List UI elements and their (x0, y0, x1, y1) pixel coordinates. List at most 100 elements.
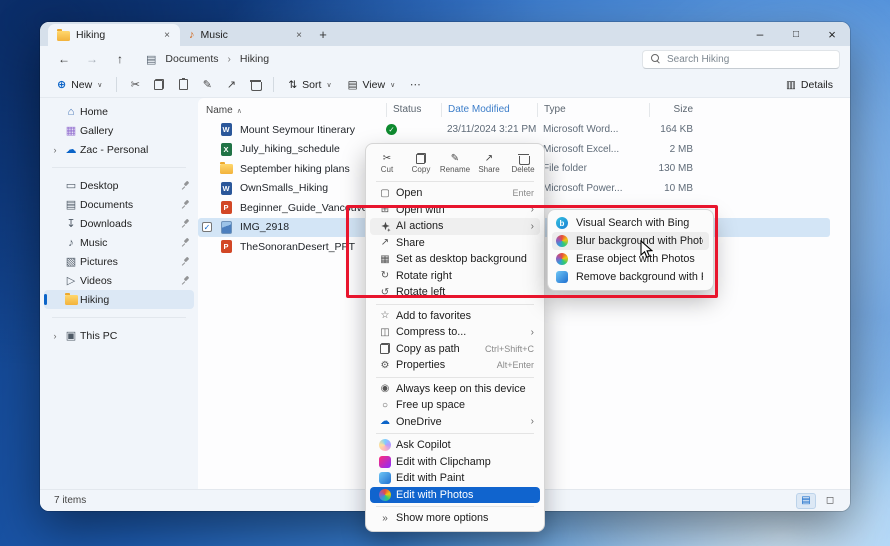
sidebar-item-downloads[interactable]: Downloads (44, 214, 194, 233)
menu-divider (376, 506, 534, 507)
back-button[interactable] (52, 49, 76, 69)
photos-logo-icon (379, 489, 391, 501)
menu-item-edit-with-clipchamp[interactable]: Edit with Clipchamp (370, 454, 540, 471)
view-button[interactable]: View (341, 76, 403, 94)
folder-icon (65, 295, 78, 305)
menu-item-show-more-options[interactable]: Show more options (370, 510, 540, 527)
sidebar-item-hiking[interactable]: Hiking (44, 290, 194, 309)
new-tab-button[interactable] (312, 22, 334, 46)
sidebar-item-desktop[interactable]: Desktop (44, 176, 194, 195)
new-button[interactable]: New (50, 75, 109, 94)
chevron-right-icon[interactable] (48, 331, 62, 341)
sidebar-item-home[interactable]: Home (44, 102, 194, 121)
menu-divider (376, 304, 534, 305)
sidebar-label: Videos (80, 275, 176, 287)
menu-divider (376, 433, 534, 434)
tab-close-icon[interactable] (292, 28, 306, 42)
checked-checkbox[interactable] (202, 222, 212, 232)
tab-music[interactable]: Music (180, 24, 312, 46)
close-button[interactable] (814, 22, 850, 46)
file-row[interactable]: Mount Seymour Itinerary 23/11/2024 3:21 … (198, 120, 830, 140)
up-button[interactable] (108, 49, 132, 69)
sidebar-item-videos[interactable]: Videos (44, 271, 194, 290)
details-label: Details (801, 79, 833, 91)
breadcrumb-hiking[interactable]: Hiking (237, 51, 272, 67)
rename-button[interactable] (196, 75, 218, 95)
sidebar-item-pictures[interactable]: Pictures (44, 252, 194, 271)
tab-hiking[interactable]: Hiking (48, 24, 180, 46)
submenu-chevron-icon (523, 416, 534, 427)
view-icon (348, 79, 358, 91)
plus-icon (57, 78, 66, 91)
submenu-chevron-icon (523, 327, 534, 338)
sidebar-item-gallery[interactable]: Gallery (44, 121, 194, 140)
file-name: September hiking plans (236, 163, 386, 175)
chevron-right-icon[interactable] (48, 145, 62, 155)
menu-item-open[interactable]: Open Enter (370, 185, 540, 202)
sidebar-label: Documents (80, 199, 176, 211)
column-header-date-modified[interactable]: Date Modified (441, 103, 537, 117)
image-file-icon (221, 221, 232, 234)
sort-button[interactable]: Sort (281, 76, 338, 94)
tab-close-icon[interactable] (160, 28, 174, 42)
column-header-status[interactable]: Status (386, 103, 441, 117)
toolbar-divider (273, 77, 274, 92)
tab-bar: Hiking Music (40, 22, 850, 46)
menu-item-add-to-favorites[interactable]: Add to favorites (370, 308, 540, 325)
file-type: Microsoft Power... (537, 183, 649, 194)
sort-label: Sort (302, 79, 321, 91)
chevron-down-icon (97, 81, 102, 89)
sidebar-item-documents[interactable]: Documents (44, 195, 194, 214)
menu-item-free-up-space[interactable]: Free up space (370, 397, 540, 414)
menu-item-copy-as-path[interactable]: Copy as path Ctrl+Shift+C (370, 341, 540, 358)
menu-item-properties[interactable]: Properties Alt+Enter (370, 357, 540, 374)
titlebar-drag-area (334, 22, 742, 46)
cut-button[interactable] (124, 75, 146, 95)
forward-button[interactable] (80, 49, 104, 69)
details-icon (786, 79, 796, 91)
menu-item-onedrive[interactable]: OneDrive (370, 414, 540, 431)
more-options-button[interactable] (404, 75, 426, 95)
cut-icon (383, 152, 391, 164)
quick-delete-button[interactable]: Delete (506, 150, 540, 176)
menu-item-always-keep-on-device[interactable]: Always keep on this device (370, 381, 540, 398)
delete-button[interactable] (244, 75, 266, 95)
file-size: 10 MB (649, 183, 697, 194)
icons-view-button[interactable] (820, 493, 840, 509)
breadcrumb-documents[interactable]: Documents (162, 51, 221, 67)
quick-share-button[interactable]: Share (472, 150, 506, 176)
search-box[interactable] (642, 50, 840, 69)
minimize-button[interactable] (742, 22, 778, 46)
breadcrumb: Documents Hiking (146, 51, 638, 67)
maximize-button[interactable] (778, 22, 814, 46)
tab-label: Hiking (76, 29, 154, 41)
column-header-name[interactable]: Name (198, 105, 386, 116)
quick-copy-button[interactable]: Copy (404, 150, 438, 176)
sidebar-item-music[interactable]: Music (44, 233, 194, 252)
rename-icon (203, 78, 212, 91)
paste-button[interactable] (172, 75, 194, 95)
navigation-bar: Documents Hiking (40, 46, 850, 72)
share-button[interactable] (220, 75, 242, 95)
details-view-button[interactable] (796, 493, 816, 509)
copy-button[interactable] (148, 75, 170, 95)
menu-item-ask-copilot[interactable]: Ask Copilot (370, 437, 540, 454)
sidebar-label: Desktop (80, 180, 176, 192)
sidebar-label: Music (80, 237, 176, 249)
menu-item-compress-to[interactable]: Compress to... (370, 324, 540, 341)
menu-item-edit-with-paint[interactable]: Edit with Paint (370, 470, 540, 487)
documents-icon (62, 198, 80, 211)
column-header-type[interactable]: Type (537, 103, 649, 117)
search-input[interactable] (667, 54, 831, 65)
sidebar-item-onedrive[interactable]: Zac - Personal (44, 140, 194, 159)
sidebar-item-this-pc[interactable]: This PC (44, 326, 194, 345)
quick-actions-row: Cut Copy Rename Share Delete (370, 148, 540, 178)
folder-icon (220, 164, 233, 174)
pin-icon (181, 219, 190, 228)
menu-item-edit-with-photos[interactable]: Edit with Photos (370, 487, 540, 504)
column-header-size[interactable]: Size (649, 103, 697, 117)
quick-cut-button[interactable]: Cut (370, 150, 404, 176)
details-pane-button[interactable]: Details (779, 76, 840, 94)
quick-rename-button[interactable]: Rename (438, 150, 472, 176)
copy-icon (154, 79, 164, 90)
